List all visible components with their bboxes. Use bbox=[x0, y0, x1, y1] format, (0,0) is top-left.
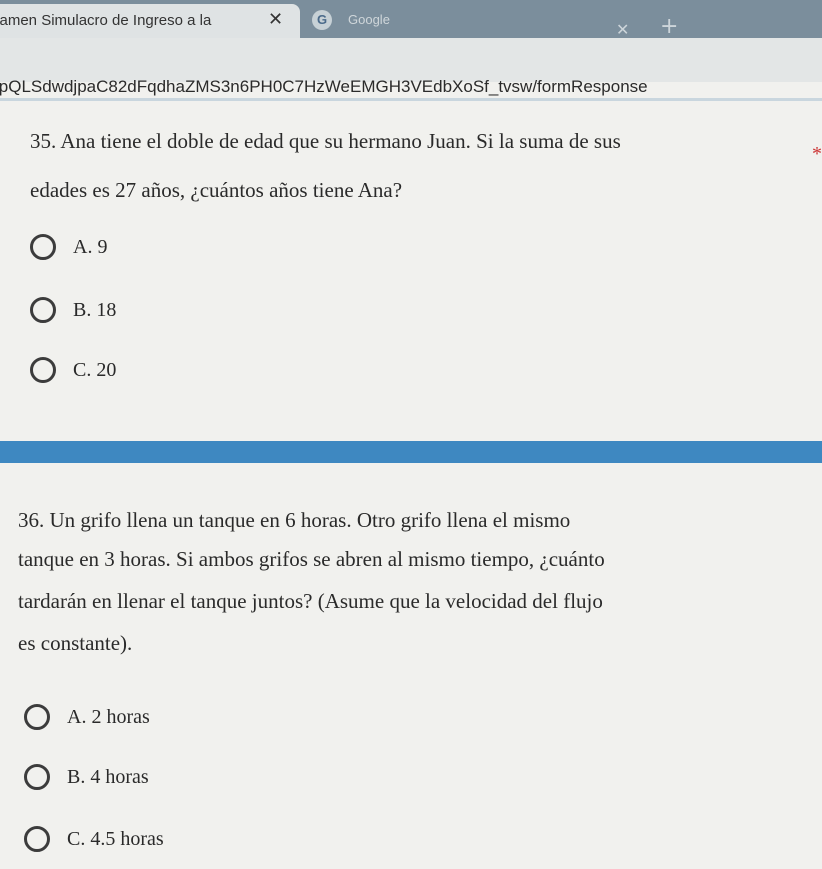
option-35-a[interactable]: A. 9 bbox=[30, 234, 107, 260]
url-text[interactable]: lpQLSdwdjpaC82dFqdhaZMS3n6PH0C7HzWeEMGH3… bbox=[0, 77, 822, 97]
option-36-a[interactable]: A. 2 horas bbox=[24, 704, 150, 730]
question-36-line-1: 36. Un grifo llena un tanque en 6 horas.… bbox=[18, 508, 571, 532]
close-tab-icon[interactable]: ✕ bbox=[268, 9, 283, 30]
tab-active[interactable]: xamen Simulacro de Ingreso a la ✕ bbox=[0, 4, 300, 38]
radio-button[interactable] bbox=[24, 826, 50, 852]
section-divider bbox=[0, 441, 822, 463]
question-35-line-2: edades es 27 años, ¿cuántos años tiene A… bbox=[30, 178, 403, 202]
radio-button[interactable] bbox=[30, 234, 56, 260]
radio-button[interactable] bbox=[24, 704, 50, 730]
option-label: B. 18 bbox=[73, 298, 117, 321]
tab-google[interactable]: G Google bbox=[312, 8, 612, 36]
question-36-line-3: tardarán en llenar el tanque juntos? (As… bbox=[18, 589, 603, 613]
radio-button[interactable] bbox=[30, 297, 56, 323]
option-label: B. 4 horas bbox=[67, 765, 149, 788]
radio-button[interactable] bbox=[30, 357, 56, 383]
option-label: C. 20 bbox=[73, 358, 117, 381]
question-36-line-2: tanque en 3 horas. Si ambos grifos se ab… bbox=[18, 547, 605, 571]
required-asterisk: * bbox=[812, 143, 822, 165]
google-icon: G bbox=[312, 10, 332, 30]
option-label: A. 2 horas bbox=[67, 705, 150, 728]
address-bar[interactable] bbox=[0, 38, 822, 82]
option-35-c[interactable]: C. 20 bbox=[30, 357, 116, 383]
question-35-line-1: 35. Ana tiene el doble de edad que su he… bbox=[30, 129, 621, 153]
tab-google-title: Google bbox=[348, 12, 390, 27]
new-tab-icon[interactable]: + bbox=[660, 14, 678, 39]
option-36-c[interactable]: C. 4.5 horas bbox=[24, 826, 164, 852]
close-tab-icon[interactable]: ✕ bbox=[616, 20, 629, 39]
option-label: C. 4.5 horas bbox=[67, 827, 164, 850]
question-36-line-4: es constante). bbox=[18, 631, 133, 655]
option-35-b[interactable]: B. 18 bbox=[30, 297, 116, 323]
option-36-b[interactable]: B. 4 horas bbox=[24, 764, 149, 790]
radio-button[interactable] bbox=[24, 764, 50, 790]
tab-title: xamen Simulacro de Ingreso a la bbox=[0, 12, 212, 29]
option-label: A. 9 bbox=[73, 235, 108, 258]
address-divider bbox=[0, 98, 822, 101]
